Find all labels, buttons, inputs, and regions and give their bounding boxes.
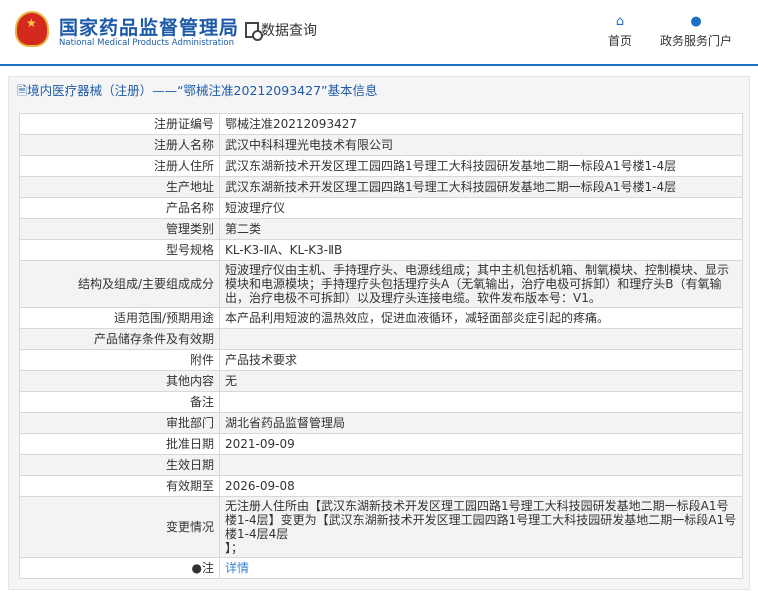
data-query-title: 数据查询 bbox=[245, 20, 317, 41]
logo-subtitle: National Medical Products Administration bbox=[59, 38, 234, 48]
pin-icon: ● bbox=[191, 561, 202, 575]
panel-title: 🗎境内医疗器械（注册）——“鄂械注准20212093427”基本信息 bbox=[17, 83, 378, 98]
field-value: 2021-09-09 bbox=[219, 433, 743, 455]
table-row: 变更情况 无注册人住所由【武汉东湖新技术开发区理工园四路1号理工大科技园研发基地二… bbox=[19, 496, 743, 558]
field-label: 注册证编号 bbox=[19, 113, 220, 135]
field-value: 短波理疗仪 bbox=[219, 197, 743, 219]
field-label: 备注 bbox=[19, 391, 220, 413]
field-label: 有效期至 bbox=[19, 475, 220, 497]
field-label: 型号规格 bbox=[19, 239, 220, 261]
field-value: 2026-09-08 bbox=[219, 475, 743, 497]
site-header: 国家药品监督管理局 National Medical Products Admi… bbox=[0, 0, 758, 66]
table-row: 型号规格 KL-K3-ⅡA、KL-K3-ⅡB bbox=[19, 239, 743, 261]
table-row: 有效期至 2026-09-08 bbox=[19, 475, 743, 497]
home-icon: ⌂ bbox=[615, 14, 625, 29]
note-row: ●注 详情 bbox=[19, 557, 743, 579]
table-row: 注册证编号 鄂械注准20212093427 bbox=[19, 113, 743, 135]
field-label: 审批部门 bbox=[19, 412, 220, 434]
field-label: 产品储存条件及有效期 bbox=[19, 328, 220, 350]
field-value: 本产品利用短波的温热效应，促进血液循环，减轻面部炎症引起的疼痛。 bbox=[219, 307, 743, 329]
table-row: 适用范围/预期用途 本产品利用短波的温热效应，促进血液循环，减轻面部炎症引起的疼痛… bbox=[19, 307, 743, 329]
table-row: 备注 bbox=[19, 391, 743, 413]
detail-panel: 🗎境内医疗器械（注册）——“鄂械注准20212093427”基本信息 注册证编号… bbox=[8, 76, 750, 590]
field-value: 产品技术要求 bbox=[219, 349, 743, 371]
field-value: 武汉中科科理光电技术有限公司 bbox=[219, 134, 743, 156]
details-link[interactable]: 详情 bbox=[225, 561, 249, 575]
user-icon: ● bbox=[690, 14, 702, 29]
field-value: 短波理疗仪由主机、手持理疗头、电源线组成；其中主机包括机箱、制氧模块、控制模块、… bbox=[219, 260, 743, 308]
table-row: 其他内容无 bbox=[19, 370, 743, 392]
field-value bbox=[219, 391, 743, 413]
field-label: 结构及组成/主要组成成分 bbox=[19, 260, 220, 308]
table-row: 审批部门 湖北省药品监督管理局 bbox=[19, 412, 743, 434]
field-label: 适用范围/预期用途 bbox=[19, 307, 220, 329]
table-row: 批准日期 2021-09-09 bbox=[19, 433, 743, 455]
field-label: 产品名称 bbox=[19, 197, 220, 219]
nav-home-label: 首页 bbox=[608, 34, 633, 48]
field-value: 详情 bbox=[219, 557, 743, 579]
nav-home[interactable]: ⌂ 首页 bbox=[608, 14, 632, 49]
field-label: 附件 bbox=[19, 349, 220, 371]
table-row: 结构及组成/主要组成成分 短波理疗仪由主机、手持理疗头、电源线组成；其中主机包括机… bbox=[19, 260, 743, 308]
note-label: 注 bbox=[201, 561, 214, 575]
field-label: 批准日期 bbox=[19, 433, 220, 455]
table-row: 注册人名称 武汉中科科理光电技术有限公司 bbox=[19, 134, 743, 156]
data-query-label: 数据查询 bbox=[261, 23, 317, 39]
field-label: 注册人住所 bbox=[19, 155, 220, 177]
field-value: 武汉东湖新技术开发区理工园四路1号理工大科技园研发基地二期一标段A1号楼1-4层 bbox=[219, 176, 743, 198]
field-label: 生效日期 bbox=[19, 454, 220, 476]
field-label: 管理类别 bbox=[19, 218, 220, 240]
table-row: 附件 产品技术要求 bbox=[19, 349, 743, 371]
field-value: 鄂械注准20212093427 bbox=[219, 113, 743, 135]
field-value: 湖北省药品监督管理局 bbox=[219, 412, 743, 434]
table-row: 产品储存条件及有效期 bbox=[19, 328, 743, 350]
field-value: KL-K3-ⅡA、KL-K3-ⅡB bbox=[219, 239, 743, 261]
field-value bbox=[219, 328, 743, 350]
field-value: 第二类 bbox=[219, 218, 743, 240]
table-row: 管理类别 第二类 bbox=[19, 218, 743, 240]
table-row: 产品名称 短波理疗仪 bbox=[19, 197, 743, 219]
field-label: 注册人名称 bbox=[19, 134, 220, 156]
table-row: 生效日期 bbox=[19, 454, 743, 476]
field-value: 无 bbox=[219, 370, 743, 392]
panel-title-text: 境内医疗器械（注册）——“鄂械注准20212093427”基本信息 bbox=[27, 83, 378, 98]
logo-title[interactable]: 国家药品监督管理局 bbox=[59, 13, 239, 40]
field-value: 无注册人住所由【武汉东湖新技术开发区理工园四路1号理工大科技园研发基地二期一标段… bbox=[219, 496, 743, 558]
nav-portal-label: 政务服务门户 bbox=[660, 34, 733, 48]
table-row: 注册人住所 武汉东湖新技术开发区理工园四路1号理工大科技园研发基地二期一标段A1号… bbox=[19, 155, 743, 177]
nav-portal[interactable]: ● 政务服务门户 bbox=[660, 14, 732, 49]
field-label: 其他内容 bbox=[19, 370, 220, 392]
field-value bbox=[219, 454, 743, 476]
field-label: 生产地址 bbox=[19, 176, 220, 198]
detail-table: 注册证编号 鄂械注准20212093427 注册人名称 武汉中科科理光电技术有限公司注… bbox=[19, 113, 743, 579]
field-value: 武汉东湖新技术开发区理工园四路1号理工大科技园研发基地二期一标段A1号楼1-4层 bbox=[219, 155, 743, 177]
search-document-icon bbox=[245, 22, 263, 41]
table-row: 生产地址 武汉东湖新技术开发区理工园四路1号理工大科技园研发基地二期一标段A1号楼… bbox=[19, 176, 743, 198]
field-label: ●注 bbox=[19, 557, 220, 579]
national-emblem-icon bbox=[15, 11, 49, 47]
field-label: 变更情况 bbox=[19, 496, 220, 558]
